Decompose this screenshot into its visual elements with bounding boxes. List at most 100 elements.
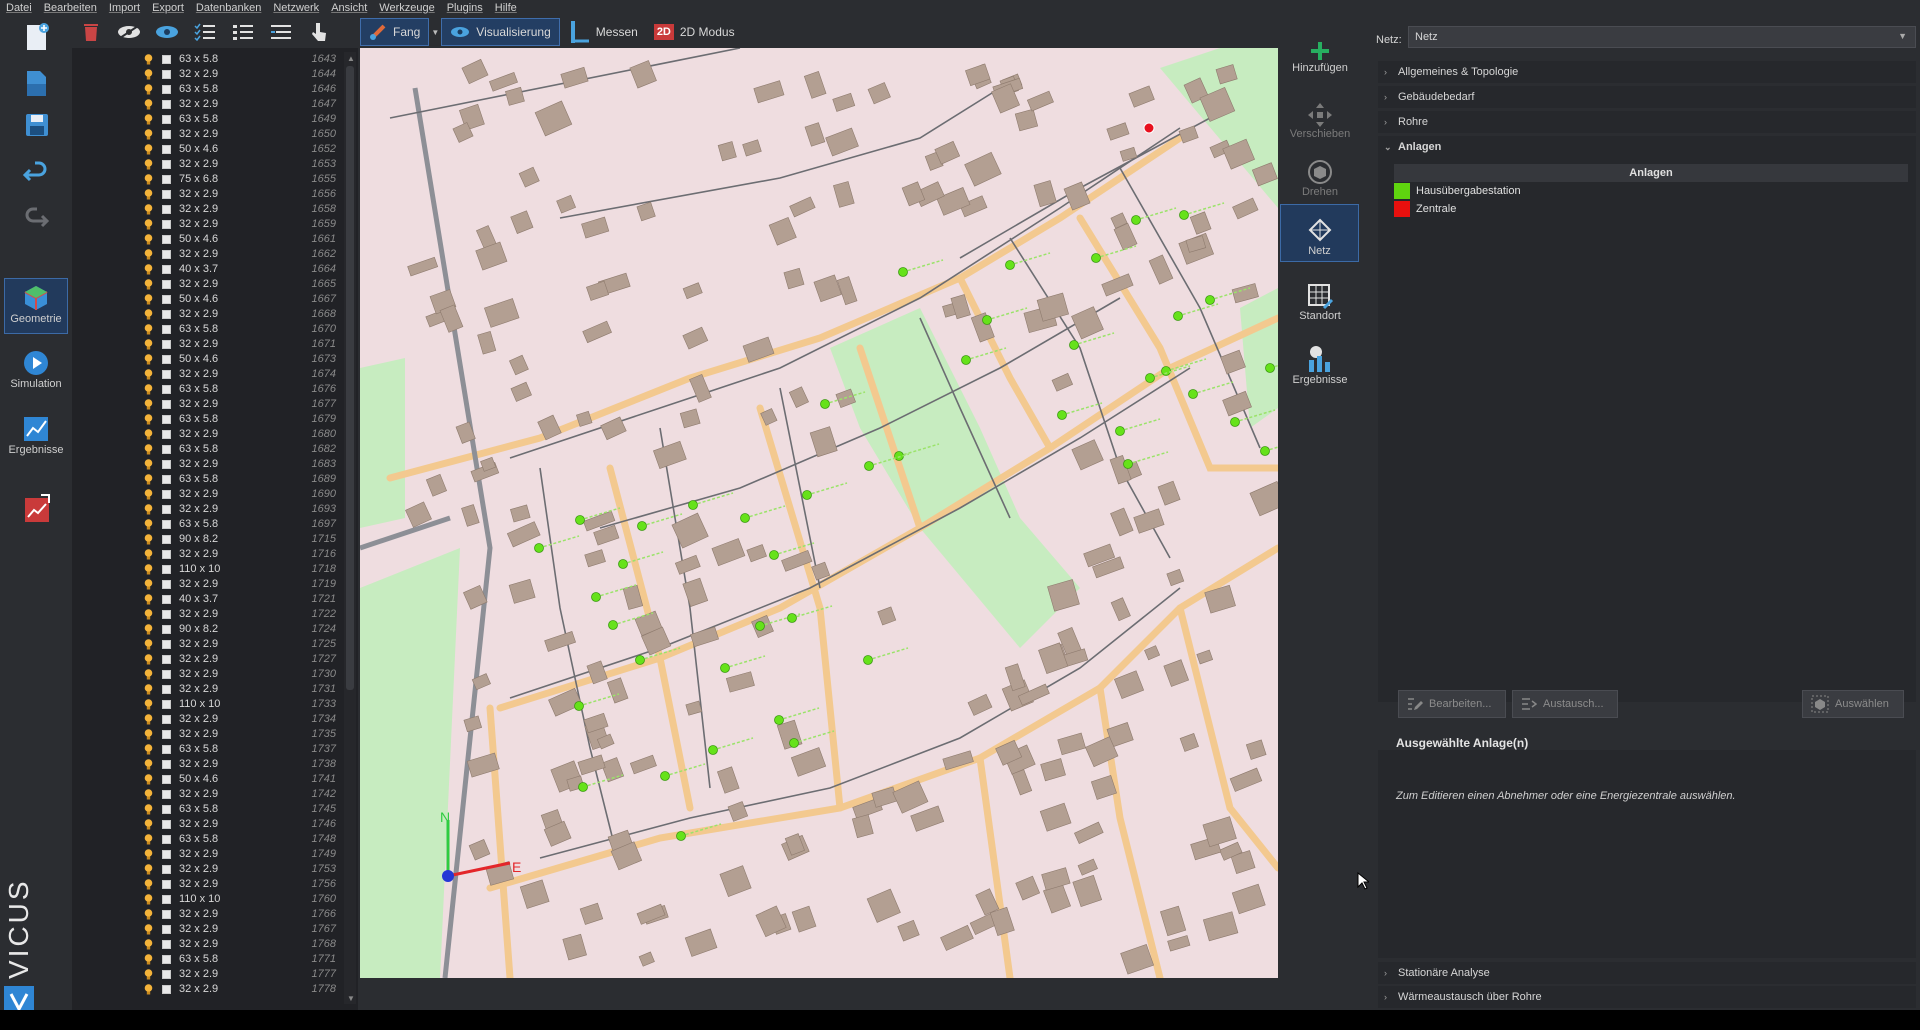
visibility-checkbox[interactable] [162,460,171,469]
rotate-tool-button[interactable]: Drehen [1280,144,1360,202]
lightbulb-icon[interactable] [144,174,153,185]
tree-row[interactable]: 110 x 10 1733 [72,697,344,712]
substation-node[interactable] [898,267,908,277]
lightbulb-icon[interactable] [144,984,153,995]
lightbulb-icon[interactable] [144,354,153,365]
tree-row[interactable]: 40 x 3.7 1721 [72,592,344,607]
visibility-checkbox[interactable] [162,595,171,604]
tree-scroll-thumb[interactable] [346,66,354,690]
substation-node[interactable] [864,461,874,471]
substation-node[interactable] [1173,311,1183,321]
lightbulb-icon[interactable] [144,879,153,890]
substation-node[interactable] [1115,426,1125,436]
substation-node[interactable] [820,399,830,409]
results-tool-button[interactable]: Ergebnisse [1280,332,1360,390]
visibility-checkbox[interactable] [162,295,171,304]
tree-row[interactable]: 32 x 2.9 1680 [72,427,344,442]
lightbulb-icon[interactable] [144,84,153,95]
tree-row[interactable]: 32 x 2.9 1725 [72,637,344,652]
save-button[interactable] [4,110,68,146]
tree-row[interactable]: 50 x 4.6 1673 [72,352,344,367]
visibility-checkbox[interactable] [162,265,171,274]
move-tool-button[interactable]: Verschieben [1280,86,1360,144]
tree-row[interactable]: 32 x 2.9 1647 [72,97,344,112]
delete-button[interactable] [72,18,110,46]
district-map[interactable]: N E [360,48,1278,978]
tree-row[interactable]: 90 x 8.2 1724 [72,622,344,637]
deselect-button[interactable] [262,18,300,46]
lightbulb-icon[interactable] [144,114,153,125]
visibility-checkbox[interactable] [162,535,171,544]
visibility-checkbox[interactable] [162,625,171,634]
menu-item[interactable]: Datenbanken [190,2,267,14]
substation-node[interactable] [1265,363,1275,373]
visibility-checkbox[interactable] [162,100,171,109]
tree-scrollbar[interactable]: ▲ ▼ [344,52,356,1004]
scene-viewport[interactable]: N E [360,48,1278,978]
substation-node[interactable] [575,515,585,525]
hide-button[interactable] [110,18,148,46]
lightbulb-icon[interactable] [144,699,153,710]
tree-row[interactable]: 32 x 2.9 1778 [72,982,344,997]
tree-row[interactable]: 75 x 6.8 1655 [72,172,344,187]
lightbulb-icon[interactable] [144,909,153,920]
menu-item[interactable]: Hilfe [489,2,523,14]
plants-table-row[interactable]: Hausübergabestation [1394,182,1908,200]
lightbulb-icon[interactable] [144,234,153,245]
tree-row[interactable]: 32 x 2.9 1749 [72,847,344,862]
section-general-topology[interactable]: › Allgemeines & Topologie [1378,61,1916,83]
substation-node[interactable] [769,550,779,560]
tree-row[interactable]: 32 x 2.9 1722 [72,607,344,622]
lightbulb-icon[interactable] [144,384,153,395]
lightbulb-icon[interactable] [144,639,153,650]
tree-row[interactable]: 32 x 2.9 1683 [72,457,344,472]
lightbulb-icon[interactable] [144,684,153,695]
tree-row[interactable]: 32 x 2.9 1662 [72,247,344,262]
select-all-button[interactable] [186,18,224,46]
substation-node[interactable] [1123,459,1133,469]
tree-row[interactable]: 32 x 2.9 1719 [72,577,344,592]
tree-row[interactable]: 32 x 2.9 1665 [72,277,344,292]
lightbulb-icon[interactable] [144,144,153,155]
visibility-checkbox[interactable] [162,340,171,349]
menu-item[interactable]: Plugins [441,2,489,14]
lightbulb-icon[interactable] [144,819,153,830]
tree-row[interactable]: 32 x 2.9 1727 [72,652,344,667]
lightbulb-icon[interactable] [144,864,153,875]
tree-row[interactable]: 32 x 2.9 1668 [72,307,344,322]
substation-node[interactable] [1179,210,1189,220]
lightbulb-icon[interactable] [144,294,153,305]
visibility-checkbox[interactable] [162,85,171,94]
tree-row[interactable]: 32 x 2.9 1693 [72,502,344,517]
select-button[interactable]: Auswählen [1802,690,1904,718]
lightbulb-icon[interactable] [144,849,153,860]
replace-button[interactable]: Austausch... [1512,690,1618,718]
lightbulb-icon[interactable] [144,189,153,200]
lightbulb-icon[interactable] [144,324,153,335]
new-file-button[interactable] [4,22,68,62]
visibility-checkbox[interactable] [162,235,171,244]
substation-node[interactable] [660,771,670,781]
substation-node[interactable] [574,701,584,711]
tree-row[interactable]: 50 x 4.6 1667 [72,292,344,307]
substation-node[interactable] [720,663,730,673]
lightbulb-icon[interactable] [144,444,153,455]
lightbulb-icon[interactable] [144,624,153,635]
pick-button[interactable] [300,18,338,46]
lightbulb-icon[interactable] [144,579,153,590]
tree-row[interactable]: 32 x 2.9 1716 [72,547,344,562]
tree-row[interactable]: 32 x 2.9 1753 [72,862,344,877]
substation-node[interactable] [1188,389,1198,399]
visibility-checkbox[interactable] [162,205,171,214]
visibility-checkbox[interactable] [162,490,171,499]
export-results-button[interactable] [4,492,68,532]
substation-node[interactable] [802,490,812,500]
lightbulb-icon[interactable] [144,789,153,800]
show-button[interactable] [148,18,186,46]
visibility-checkbox[interactable] [162,175,171,184]
substation-node[interactable] [789,738,799,748]
tree-row[interactable]: 63 x 5.8 1771 [72,952,344,967]
tree-row[interactable]: 32 x 2.9 1746 [72,817,344,832]
substation-node[interactable] [1145,373,1155,383]
lightbulb-icon[interactable] [144,264,153,275]
